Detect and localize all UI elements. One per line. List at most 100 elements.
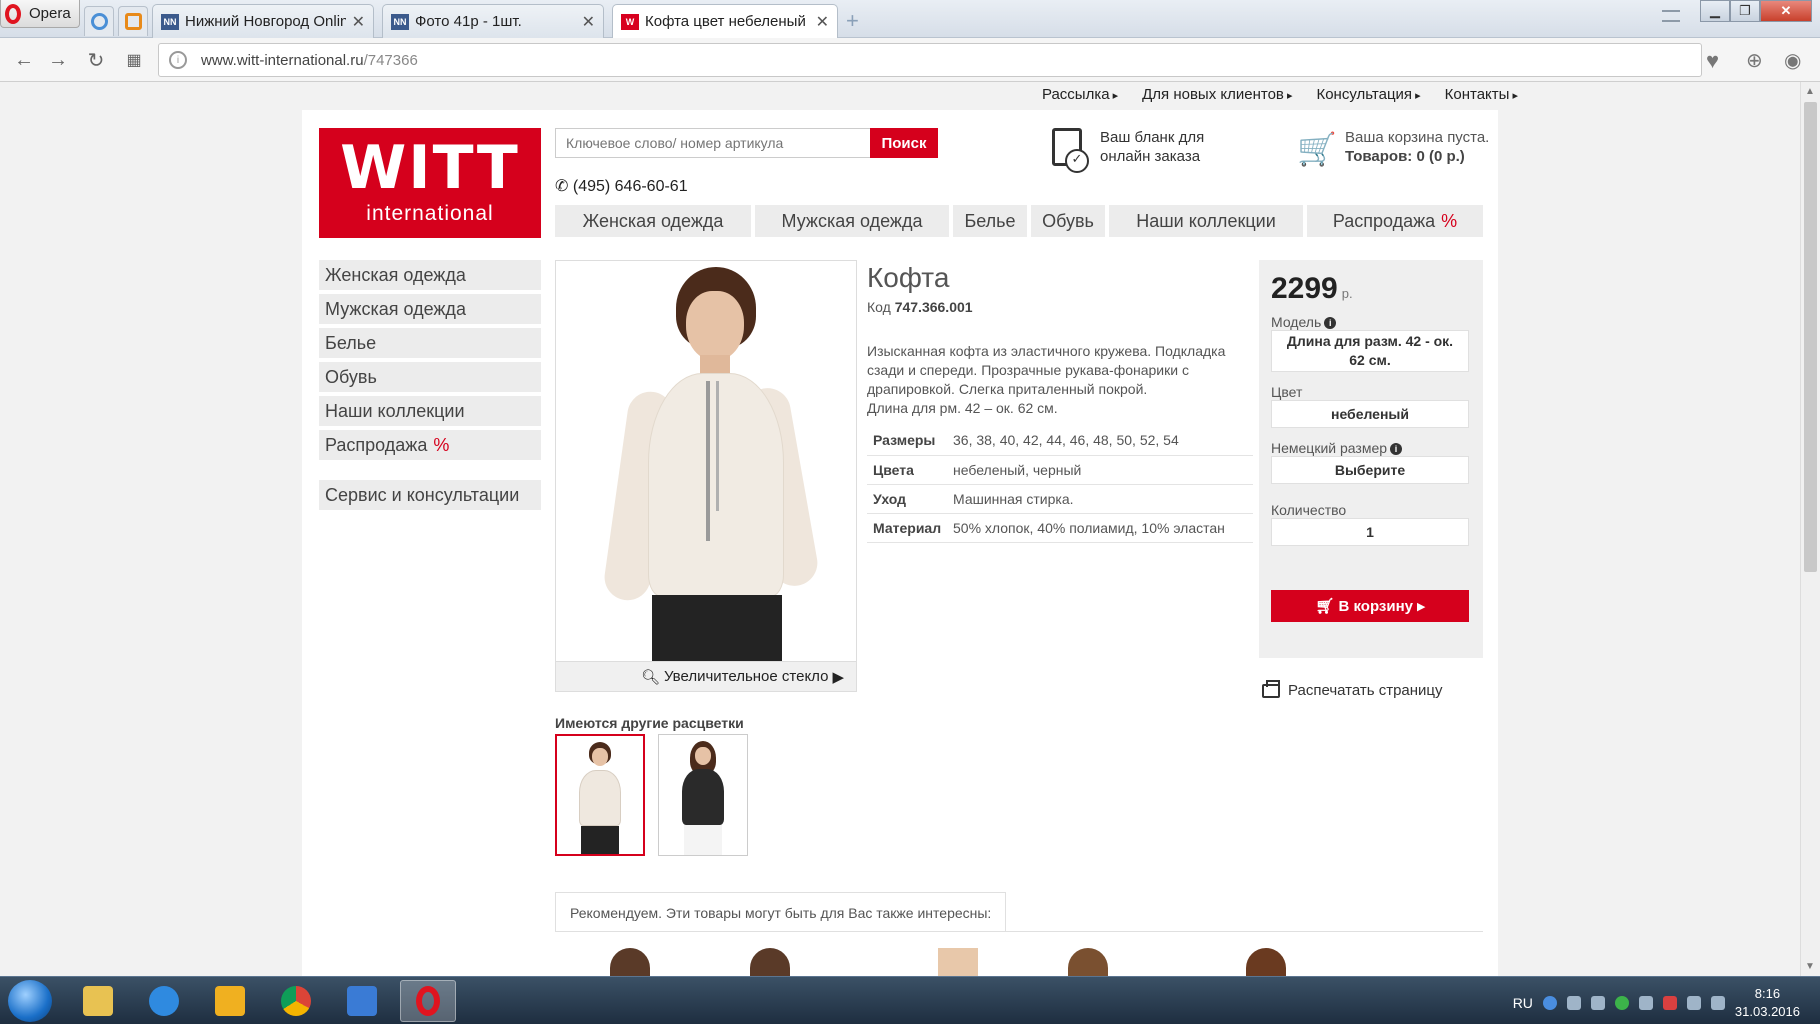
forward-arrow-icon[interactable]: →	[44, 46, 72, 74]
nav-women[interactable]: Женская одежда	[555, 205, 751, 237]
top-link-consultation[interactable]: Консультация	[1316, 86, 1420, 103]
length-note: Длина для рм. 42 – ок. 62 см.	[867, 400, 1058, 416]
info-icon[interactable]: i	[1390, 443, 1403, 455]
tab-menu-icon[interactable]	[1662, 10, 1680, 22]
page-content: WITT international Поиск ✆ (495) 646-60-…	[302, 110, 1498, 976]
order-form-icon[interactable]	[1052, 128, 1089, 173]
sidebar-item-service[interactable]: Сервис и консультации	[319, 480, 541, 510]
pinned-tab[interactable]	[118, 6, 148, 36]
add-to-cart-button[interactable]: 🛒︎ В корзину ▸	[1271, 590, 1469, 622]
nav-men[interactable]: Мужская одежда	[755, 205, 949, 237]
url-field[interactable]: i www.witt-international.ru /747366	[158, 43, 1702, 77]
window-close-icon[interactable]: ✕	[1760, 0, 1812, 22]
page-scrollbar[interactable]: ▲ ▼	[1800, 82, 1820, 976]
search-button[interactable]: Поиск	[870, 128, 938, 158]
model-label: Модель i	[1271, 314, 1337, 330]
site-info-icon[interactable]: i	[169, 51, 187, 69]
heart-icon[interactable]: ♥	[1706, 48, 1719, 74]
speed-dial-grid-icon[interactable]: ▦	[120, 46, 148, 74]
variant-model	[565, 740, 635, 854]
scroll-thumb[interactable]	[1804, 102, 1817, 572]
close-icon[interactable]: ✕	[582, 12, 595, 32]
taskbar-outlook[interactable]	[202, 980, 258, 1022]
pinned-tab[interactable]	[84, 6, 114, 36]
recommended-item[interactable]	[1246, 948, 1286, 976]
cart-empty-text: Ваша корзина пуста.	[1345, 129, 1490, 146]
variant-thumb-black[interactable]	[658, 734, 748, 856]
sidebar-item-lingerie[interactable]: Белье	[319, 328, 541, 358]
download-icon[interactable]: ⊕	[1746, 48, 1763, 73]
network-icon[interactable]	[1686, 996, 1701, 1010]
tab-title: Кофта цвет небеленый в	[645, 13, 810, 30]
top-link-newsletter[interactable]: Рассылка	[1042, 86, 1118, 103]
tray-app-icon[interactable]	[1638, 996, 1653, 1010]
spec-row: Материал 50% хлопок, 40% полиамид, 10% эл…	[867, 513, 1253, 543]
language-indicator[interactable]: RU	[1513, 995, 1533, 1011]
flag-icon[interactable]	[1662, 996, 1677, 1010]
print-page-link[interactable]: Распечатать страницу	[1262, 679, 1443, 699]
recommended-item[interactable]	[750, 948, 790, 976]
restore-icon[interactable]: ❐	[1730, 0, 1760, 22]
browser-tab-active[interactable]: W Кофта цвет небеленый в ✕	[612, 4, 838, 38]
recommendations-tab[interactable]: Рекомендуем. Эти товары могут быть для В…	[555, 892, 1007, 932]
tab-title: Нижний Новгород Online	[185, 13, 346, 30]
sidebar-item-shoes[interactable]: Обувь	[319, 362, 541, 392]
cart-icon[interactable]: 🛒	[1297, 130, 1337, 168]
top-link-contacts[interactable]: Контакты	[1445, 86, 1518, 103]
nav-collections[interactable]: Наши коллекции	[1109, 205, 1303, 237]
taskbar-ie[interactable]	[136, 980, 192, 1022]
close-icon[interactable]: ✕	[352, 12, 365, 32]
spec-row: Цвета небеленый, черный	[867, 455, 1253, 485]
color-select[interactable]: небеленый	[1271, 400, 1469, 428]
order-form-link[interactable]: Ваш бланк для онлайн заказа	[1100, 128, 1204, 166]
zoom-button[interactable]: 🔍︎ Увеличительное стекло ▶	[556, 661, 856, 691]
tray-app-icon[interactable]	[1566, 996, 1581, 1010]
witt-logo[interactable]: WITT international	[319, 128, 541, 238]
sidebar-item-collections[interactable]: Наши коллекции	[319, 396, 541, 426]
recommended-item[interactable]	[610, 948, 650, 976]
start-button[interactable]	[8, 980, 52, 1022]
model-select[interactable]: Длина для разм. 42 - ок. 62 см.	[1271, 330, 1469, 372]
recommended-item[interactable]	[938, 948, 978, 976]
info-icon[interactable]: i	[1324, 317, 1337, 329]
taskbar-app[interactable]	[334, 980, 390, 1022]
chrome-icon	[281, 986, 311, 1016]
sidebar-item-women[interactable]: Женская одежда	[319, 260, 541, 290]
search-input[interactable]	[555, 128, 871, 158]
reload-icon[interactable]: ↻	[82, 46, 110, 74]
taskbar-chrome[interactable]	[268, 980, 324, 1022]
opera-menu-button[interactable]: Opera	[0, 0, 80, 28]
zoom-label: Увеличительное стекло	[664, 668, 829, 685]
recommended-item[interactable]	[1068, 948, 1108, 976]
magnifier-icon: 🔍︎	[640, 668, 660, 686]
back-arrow-icon[interactable]: ←	[10, 46, 38, 74]
top-link-new-clients[interactable]: Для новых клиентов	[1142, 86, 1292, 103]
taskbar-explorer[interactable]	[70, 980, 126, 1022]
scroll-down-icon[interactable]: ▼	[1805, 961, 1815, 972]
browser-tab[interactable]: NN Фото 41р - 1шт. ✕	[382, 4, 604, 38]
help-icon[interactable]	[1542, 996, 1557, 1010]
minimize-icon[interactable]: ▁	[1700, 0, 1730, 22]
cart-summary[interactable]: Ваша корзина пуста. Товаров: 0 (0 р.)	[1345, 128, 1489, 166]
nav-sale[interactable]: Распродажа%	[1307, 205, 1483, 237]
volume-icon[interactable]	[1710, 996, 1725, 1010]
spec-value: 36, 38, 40, 42, 44, 46, 48, 50, 52, 54	[947, 426, 1253, 456]
account-icon[interactable]: ◉	[1784, 48, 1801, 73]
nav-lingerie[interactable]: Белье	[953, 205, 1027, 237]
variant-thumb-white[interactable]	[555, 734, 645, 856]
scroll-up-icon[interactable]: ▲	[1805, 86, 1815, 97]
green-status-icon[interactable]	[1614, 996, 1629, 1010]
size-select[interactable]: Выберите	[1271, 456, 1469, 484]
close-icon[interactable]: ✕	[816, 12, 829, 32]
product-image[interactable]: 🔍︎ Увеличительное стекло ▶	[555, 260, 857, 692]
new-tab-plus-icon[interactable]: +	[846, 8, 859, 34]
sidebar-item-sale[interactable]: Распродажа%	[319, 430, 541, 460]
clock[interactable]: 8:16 31.03.2016	[1735, 985, 1800, 1021]
browser-tab[interactable]: NN Нижний Новгород Online ✕	[152, 4, 374, 38]
taskbar-opera[interactable]	[400, 980, 456, 1022]
nav-shoes[interactable]: Обувь	[1031, 205, 1105, 237]
monitor-icon[interactable]	[1590, 996, 1605, 1010]
sidebar-item-men[interactable]: Мужская одежда	[319, 294, 541, 324]
quantity-field[interactable]: 1	[1271, 518, 1469, 546]
tab-favicon: NN	[391, 13, 409, 30]
